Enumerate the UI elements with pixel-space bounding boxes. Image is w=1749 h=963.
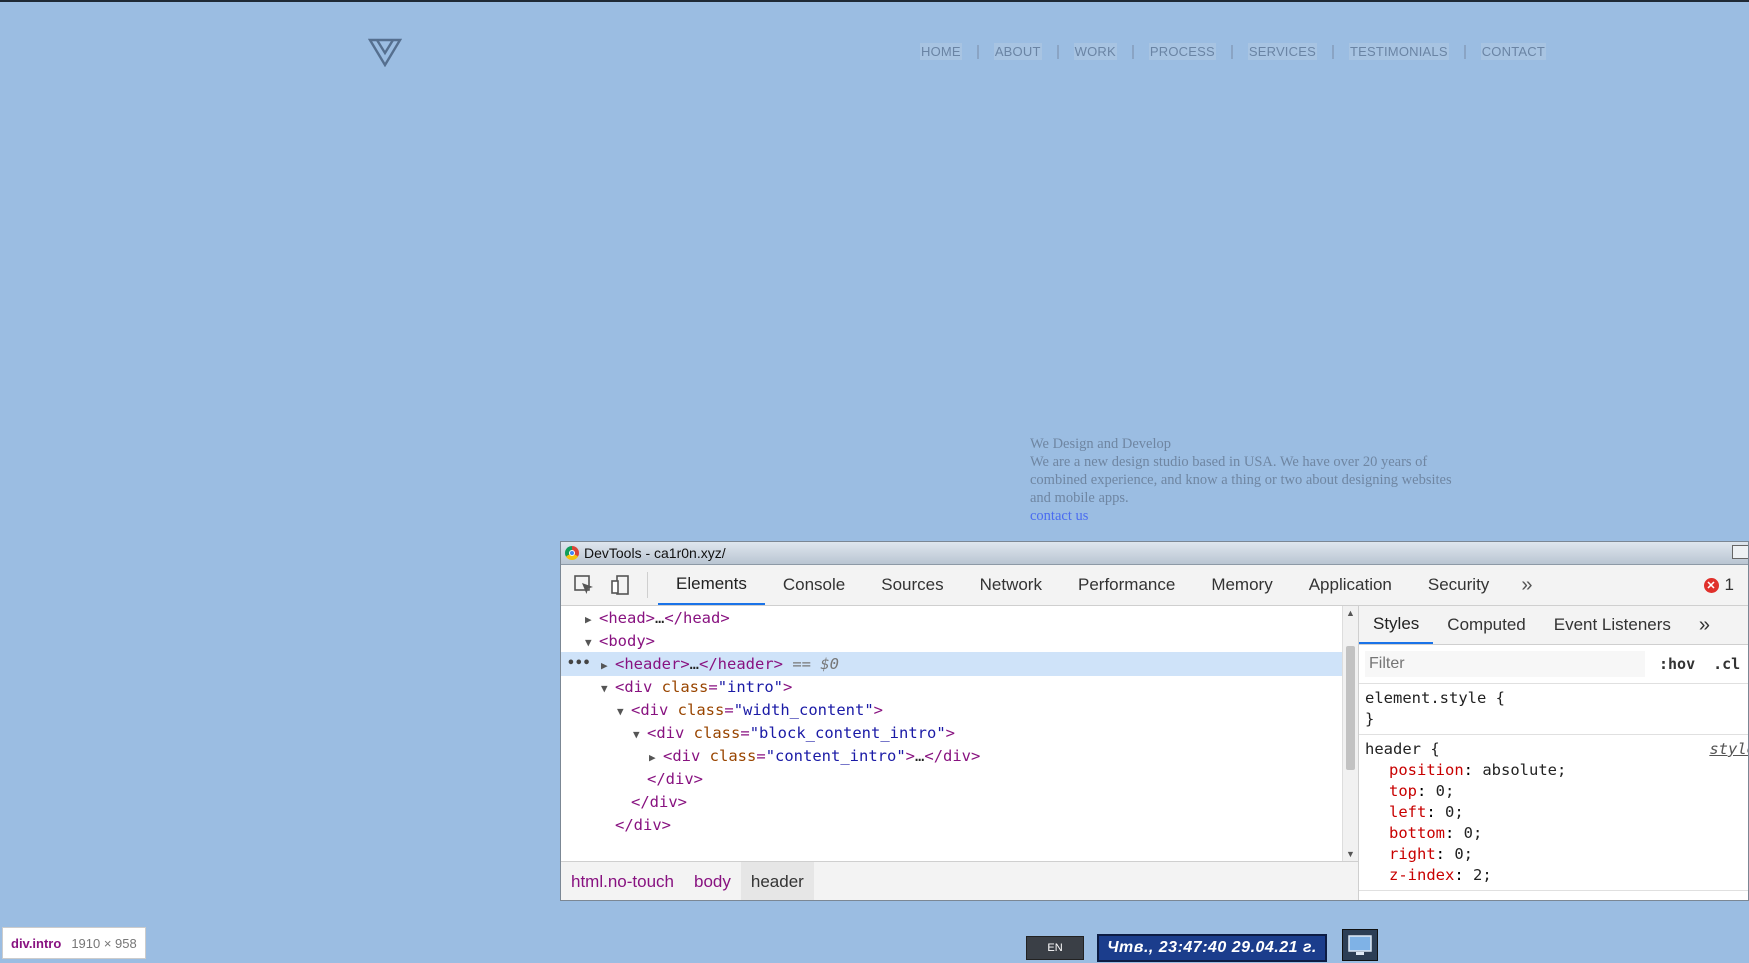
elements-scrollbar[interactable]: ▲ ▼ <box>1342 606 1358 861</box>
dom-node-body[interactable]: ▼ <body> <box>561 629 1342 653</box>
rule-close-brace: } <box>1365 710 1375 728</box>
nav-process[interactable]: PROCESS <box>1148 43 1216 60</box>
minimize-button[interactable] <box>1732 545 1748 559</box>
dom-node-close-div[interactable]: </div> <box>561 813 1342 837</box>
tab-memory[interactable]: Memory <box>1193 565 1290 605</box>
devtools-titlebar[interactable]: DevTools - ca1r0n.xyz/ <box>561 542 1748 565</box>
element-style-rule[interactable]: element.style { } <box>1359 684 1748 735</box>
css-property[interactable]: bottom: 0; <box>1365 823 1744 844</box>
nav-separator <box>1463 44 1466 59</box>
nav-separator <box>1331 44 1334 59</box>
nav-contact[interactable]: CONTACT <box>1480 43 1546 60</box>
element-size-tooltip: div.intro 1910 × 958 <box>2 927 146 959</box>
error-count: 1 <box>1724 575 1734 594</box>
nav-separator <box>1230 44 1233 59</box>
header-selector: header { <box>1365 740 1440 758</box>
nav-separator <box>1056 44 1059 59</box>
css-property[interactable]: z-index: 2; <box>1365 865 1744 886</box>
tooltip-element-name: div.intro <box>11 935 62 951</box>
dom-node-div-intro[interactable]: ▼ <div class="intro"> <box>561 675 1342 699</box>
tooltip-element-size: 1910 × 958 <box>71 935 137 951</box>
tray-app-icon[interactable] <box>1342 929 1378 961</box>
tab-network[interactable]: Network <box>962 565 1060 605</box>
monitor-icon <box>1348 935 1372 955</box>
more-style-tabs-icon[interactable]: » <box>1685 606 1724 644</box>
css-property[interactable]: right: 0; <box>1365 844 1744 865</box>
dom-breadcrumbs: html.no-touch body header <box>561 861 1358 900</box>
class-toggle[interactable]: .cl <box>1713 655 1740 673</box>
elements-tree: ▶ <head>…</head> ▼ <body> ••• ▶ <header>…</… <box>561 606 1342 861</box>
nav-services[interactable]: SERVICES <box>1247 43 1317 60</box>
tab-elements[interactable]: Elements <box>658 565 765 605</box>
intro-heading: We Design and Develop <box>1030 436 1171 452</box>
element-style-selector: element.style { <box>1365 689 1505 707</box>
dom-node-close-div[interactable]: </div> <box>561 790 1342 814</box>
scroll-up-icon[interactable]: ▲ <box>1346 608 1355 618</box>
dom-node-div-width-content[interactable]: ▼ <div class="width_content"> <box>561 698 1342 722</box>
nav-home[interactable]: HOME <box>920 43 962 60</box>
devtools-window: DevTools - ca1r0n.xyz/ Elements Console … <box>560 541 1749 901</box>
error-counter[interactable]: ✕ 1 <box>1703 565 1734 605</box>
chrome-icon <box>565 546 579 560</box>
window-top-border <box>0 0 1749 2</box>
dom-node-head[interactable]: ▶ <head>…</head> <box>561 606 1342 630</box>
contact-us-link[interactable]: contact us <box>1030 507 1510 525</box>
styles-pane: Styles Computed Event Listeners » :hov .… <box>1358 606 1748 900</box>
hover-state-toggle[interactable]: :hov <box>1659 655 1695 673</box>
tab-sources[interactable]: Sources <box>863 565 961 605</box>
intro-line-1: We are a new design studio based in USA.… <box>1030 454 1428 470</box>
devtools-toolbar: Elements Console Sources Network Perform… <box>561 565 1748 606</box>
styles-filter-input[interactable] <box>1365 651 1645 677</box>
language-code: EN <box>1047 942 1063 954</box>
breadcrumb-html[interactable]: html.no-touch <box>561 862 684 900</box>
breadcrumb-header[interactable]: header <box>740 862 814 900</box>
tab-styles[interactable]: Styles <box>1359 606 1434 644</box>
clock-text: Чтв., 23:47:40 29.04.21 г. <box>1107 939 1317 956</box>
device-toolbar-icon[interactable] <box>607 572 633 598</box>
scrollbar-thumb[interactable] <box>1346 646 1355 770</box>
nav-separator <box>976 44 979 59</box>
tab-performance[interactable]: Performance <box>1060 565 1193 605</box>
error-icon: ✕ <box>1703 577 1719 593</box>
dom-node-div-content-intro[interactable]: ▶ <div class="content_intro">…</div> <box>561 744 1342 768</box>
node-actions-icon[interactable]: ••• <box>567 652 590 676</box>
tab-computed[interactable]: Computed <box>1433 606 1539 644</box>
site-logo-icon[interactable] <box>368 37 402 67</box>
breadcrumb-body[interactable]: body <box>684 862 741 900</box>
inspect-element-icon[interactable] <box>571 572 597 598</box>
tab-event-listeners[interactable]: Event Listeners <box>1540 606 1685 644</box>
styles-tabs: Styles Computed Event Listeners » <box>1359 606 1748 645</box>
dom-node-div-block-content-intro[interactable]: ▼ <div class="block_content_intro"> <box>561 721 1342 745</box>
tab-console[interactable]: Console <box>765 565 863 605</box>
css-property[interactable]: position: absolute; <box>1365 760 1744 781</box>
stylesheet-source-link[interactable]: style <box>1709 739 1748 760</box>
styles-filter-row: :hov .cl <box>1359 645 1748 684</box>
taskbar-clock[interactable]: Чтв., 23:47:40 29.04.21 г. <box>1097 934 1327 962</box>
nav-testimonials[interactable]: TESTIMONIALS <box>1348 43 1449 60</box>
intro-line-2: combined experience, and know a thing or… <box>1030 472 1452 488</box>
devtools-title: DevTools - ca1r0n.xyz/ <box>584 545 726 561</box>
language-indicator[interactable]: EN <box>1026 936 1084 960</box>
css-property[interactable]: top: 0; <box>1365 781 1744 802</box>
tab-security[interactable]: Security <box>1410 565 1507 605</box>
tab-application[interactable]: Application <box>1291 565 1410 605</box>
nav-work[interactable]: WORK <box>1073 43 1117 60</box>
intro-content: We Design and Develop We are a new desig… <box>1030 435 1510 525</box>
header-style-rule[interactable]: header { style position: absolute; top: … <box>1359 735 1748 891</box>
scroll-down-icon[interactable]: ▼ <box>1346 849 1355 859</box>
css-property[interactable]: left: 0; <box>1365 802 1744 823</box>
main-nav: HOME ABOUT WORK PROCESS SERVICES TESTIMO… <box>920 43 1546 60</box>
more-tabs-icon[interactable]: » <box>1507 565 1546 605</box>
dom-node-close-div[interactable]: </div> <box>561 767 1342 791</box>
intro-line-3: and mobile apps. <box>1030 490 1129 506</box>
nav-separator <box>1131 44 1134 59</box>
dom-node-header[interactable]: ••• ▶ <header>…</header> == $0 <box>561 652 1342 676</box>
toolbar-divider <box>647 572 648 598</box>
nav-about[interactable]: ABOUT <box>993 43 1042 60</box>
